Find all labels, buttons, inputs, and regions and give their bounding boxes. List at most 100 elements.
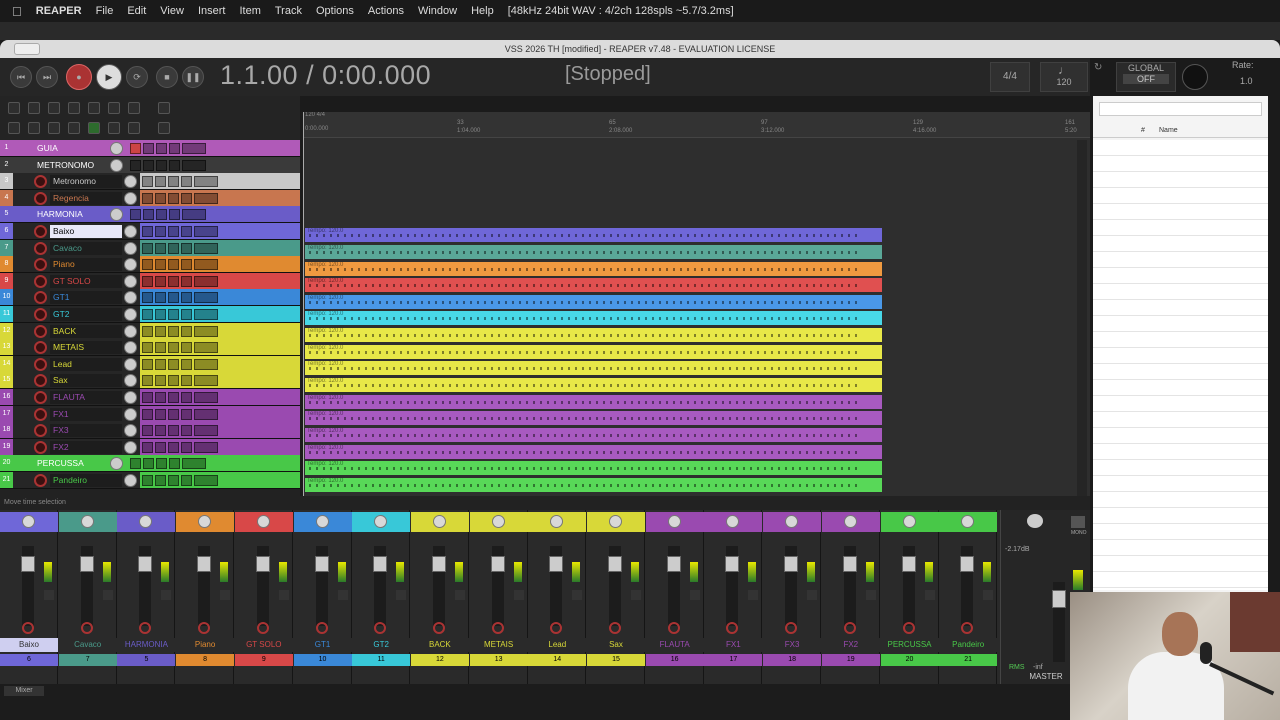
audio-format-info[interactable]: [48kHz 24bit WAV : 4/2ch 128spls ~5.7/3.… [508, 5, 734, 17]
phase-icon[interactable] [181, 226, 192, 237]
track-volume-knob[interactable] [110, 158, 123, 172]
solo-button[interactable] [155, 342, 166, 354]
fx-icon[interactable] [220, 590, 231, 600]
fx-button[interactable] [168, 176, 179, 188]
media-item[interactable]: Tempo: 120.0 [305, 262, 882, 276]
grid-snap-icon[interactable] [88, 122, 100, 134]
mute-button[interactable] [142, 292, 153, 304]
track-row[interactable]: 14 Lead [0, 355, 300, 373]
media-item[interactable]: Tempo: 120.0 [305, 478, 882, 492]
track-volume-knob[interactable] [124, 391, 137, 404]
grid-icon[interactable] [158, 102, 170, 114]
menu-help[interactable]: Help [471, 5, 494, 17]
phase-icon[interactable] [169, 143, 180, 154]
fader-cap[interactable] [608, 556, 622, 572]
media-item[interactable]: Tempo: 120.0 [305, 295, 882, 309]
global-automation-panel[interactable]: GLOBAL OFF [1116, 62, 1176, 92]
track-row[interactable]: 5 HARMONIA [0, 206, 300, 224]
timeline-ruler[interactable]: 120 4/4 0:00.000 33 1:04.000 65 2:08.000… [303, 112, 1090, 138]
time-signature[interactable]: 4/4 [990, 62, 1030, 92]
record-arm-icon[interactable] [34, 274, 47, 288]
fader-cap[interactable] [784, 556, 799, 572]
track-row[interactable]: 2 METRONOMO [0, 156, 300, 174]
pan-knob[interactable] [785, 515, 799, 528]
pan-knob[interactable] [256, 515, 270, 528]
record-arm-icon[interactable] [34, 308, 47, 321]
media-item[interactable]: Tempo: 120.0 [305, 345, 882, 359]
solo-button[interactable] [155, 292, 166, 304]
region-search-input[interactable] [1099, 102, 1262, 116]
solo-button[interactable] [155, 475, 166, 486]
fader-cap[interactable] [314, 556, 329, 572]
phase-icon[interactable] [181, 309, 192, 320]
media-item[interactable]: Tempo: 120.0 [305, 228, 882, 242]
track-name[interactable]: Sax [50, 374, 122, 388]
fx-icon[interactable] [44, 590, 54, 600]
record-arm-icon[interactable] [902, 622, 915, 634]
trim-button[interactable] [194, 408, 218, 420]
track-volume-knob[interactable] [110, 457, 123, 471]
record-arm-icon[interactable] [256, 622, 269, 634]
master-mono[interactable]: MONO [1071, 530, 1087, 536]
mute-button[interactable] [130, 458, 141, 470]
link-icon[interactable]: ↻ [1094, 62, 1108, 92]
media-item[interactable]: Tempo: 120.0 [305, 361, 882, 375]
settings-icon[interactable] [68, 102, 80, 114]
track-volume-knob[interactable] [124, 225, 137, 238]
pause-button[interactable]: ❚❚ [182, 66, 204, 88]
record-arm-icon[interactable] [34, 440, 47, 454]
solo-button[interactable] [155, 441, 166, 453]
track-volume-knob[interactable] [124, 374, 137, 388]
solo-button[interactable] [155, 392, 166, 403]
lock-icon[interactable] [68, 122, 80, 134]
loop-icon[interactable] [108, 122, 120, 134]
media-item[interactable]: Tempo: 120.0 [305, 328, 882, 342]
record-arm-icon[interactable] [34, 341, 47, 355]
open-icon[interactable] [28, 102, 40, 114]
metronome-icon[interactable] [128, 102, 140, 114]
bpm-panel[interactable]: ♩ 120 [1040, 62, 1088, 92]
fader-cap[interactable] [842, 556, 857, 572]
fx-icon[interactable] [337, 590, 348, 600]
phase-icon[interactable] [181, 192, 192, 204]
fx-icon[interactable] [161, 590, 172, 600]
track-name[interactable]: FX1 [50, 407, 122, 421]
pan-knob[interactable] [843, 515, 857, 528]
fader-cap[interactable] [901, 556, 916, 572]
menu-file[interactable]: File [96, 5, 114, 17]
arrange-view[interactable]: 120 4/4 0:00.000 33 1:04.000 65 2:08.000… [303, 112, 1090, 496]
record-arm-icon[interactable] [432, 622, 445, 634]
record-arm-icon[interactable] [374, 622, 387, 634]
play-button[interactable]: ▶ [96, 64, 122, 90]
record-arm-icon[interactable] [34, 357, 47, 371]
mute-button[interactable] [142, 192, 153, 204]
track-volume-knob[interactable] [110, 208, 123, 222]
track-volume-knob[interactable] [124, 258, 137, 272]
menu-item[interactable]: Item [239, 5, 260, 17]
fader-cap[interactable] [490, 556, 505, 572]
vertical-scrollbar[interactable] [1077, 140, 1087, 496]
fx-button[interactable] [168, 242, 179, 254]
track-name[interactable]: Metronomo [50, 175, 122, 189]
mute-button[interactable] [142, 408, 153, 420]
solo-button[interactable] [155, 176, 166, 188]
media-item[interactable]: Tempo: 120.0 [305, 395, 882, 409]
track-row[interactable]: 11 GT2 [0, 306, 300, 323]
trim-button[interactable] [194, 475, 218, 486]
trim-button[interactable] [194, 176, 218, 188]
fx-button[interactable] [168, 309, 179, 320]
fader-cap[interactable] [549, 556, 564, 572]
fader-cap[interactable] [197, 556, 212, 572]
phase-icon[interactable] [181, 392, 192, 403]
fx-icon[interactable] [572, 590, 583, 600]
record-arm-icon[interactable] [34, 258, 47, 272]
solo-button[interactable] [155, 425, 166, 437]
fx-button[interactable] [168, 292, 179, 304]
save-icon[interactable] [48, 102, 60, 114]
strip-name[interactable]: Piano [176, 638, 235, 652]
trim-button[interactable] [194, 192, 218, 204]
track-name[interactable]: Regencia [50, 191, 122, 205]
record-arm-icon[interactable] [34, 241, 47, 255]
track-volume-knob[interactable] [124, 424, 137, 438]
trim-button[interactable] [194, 392, 218, 403]
